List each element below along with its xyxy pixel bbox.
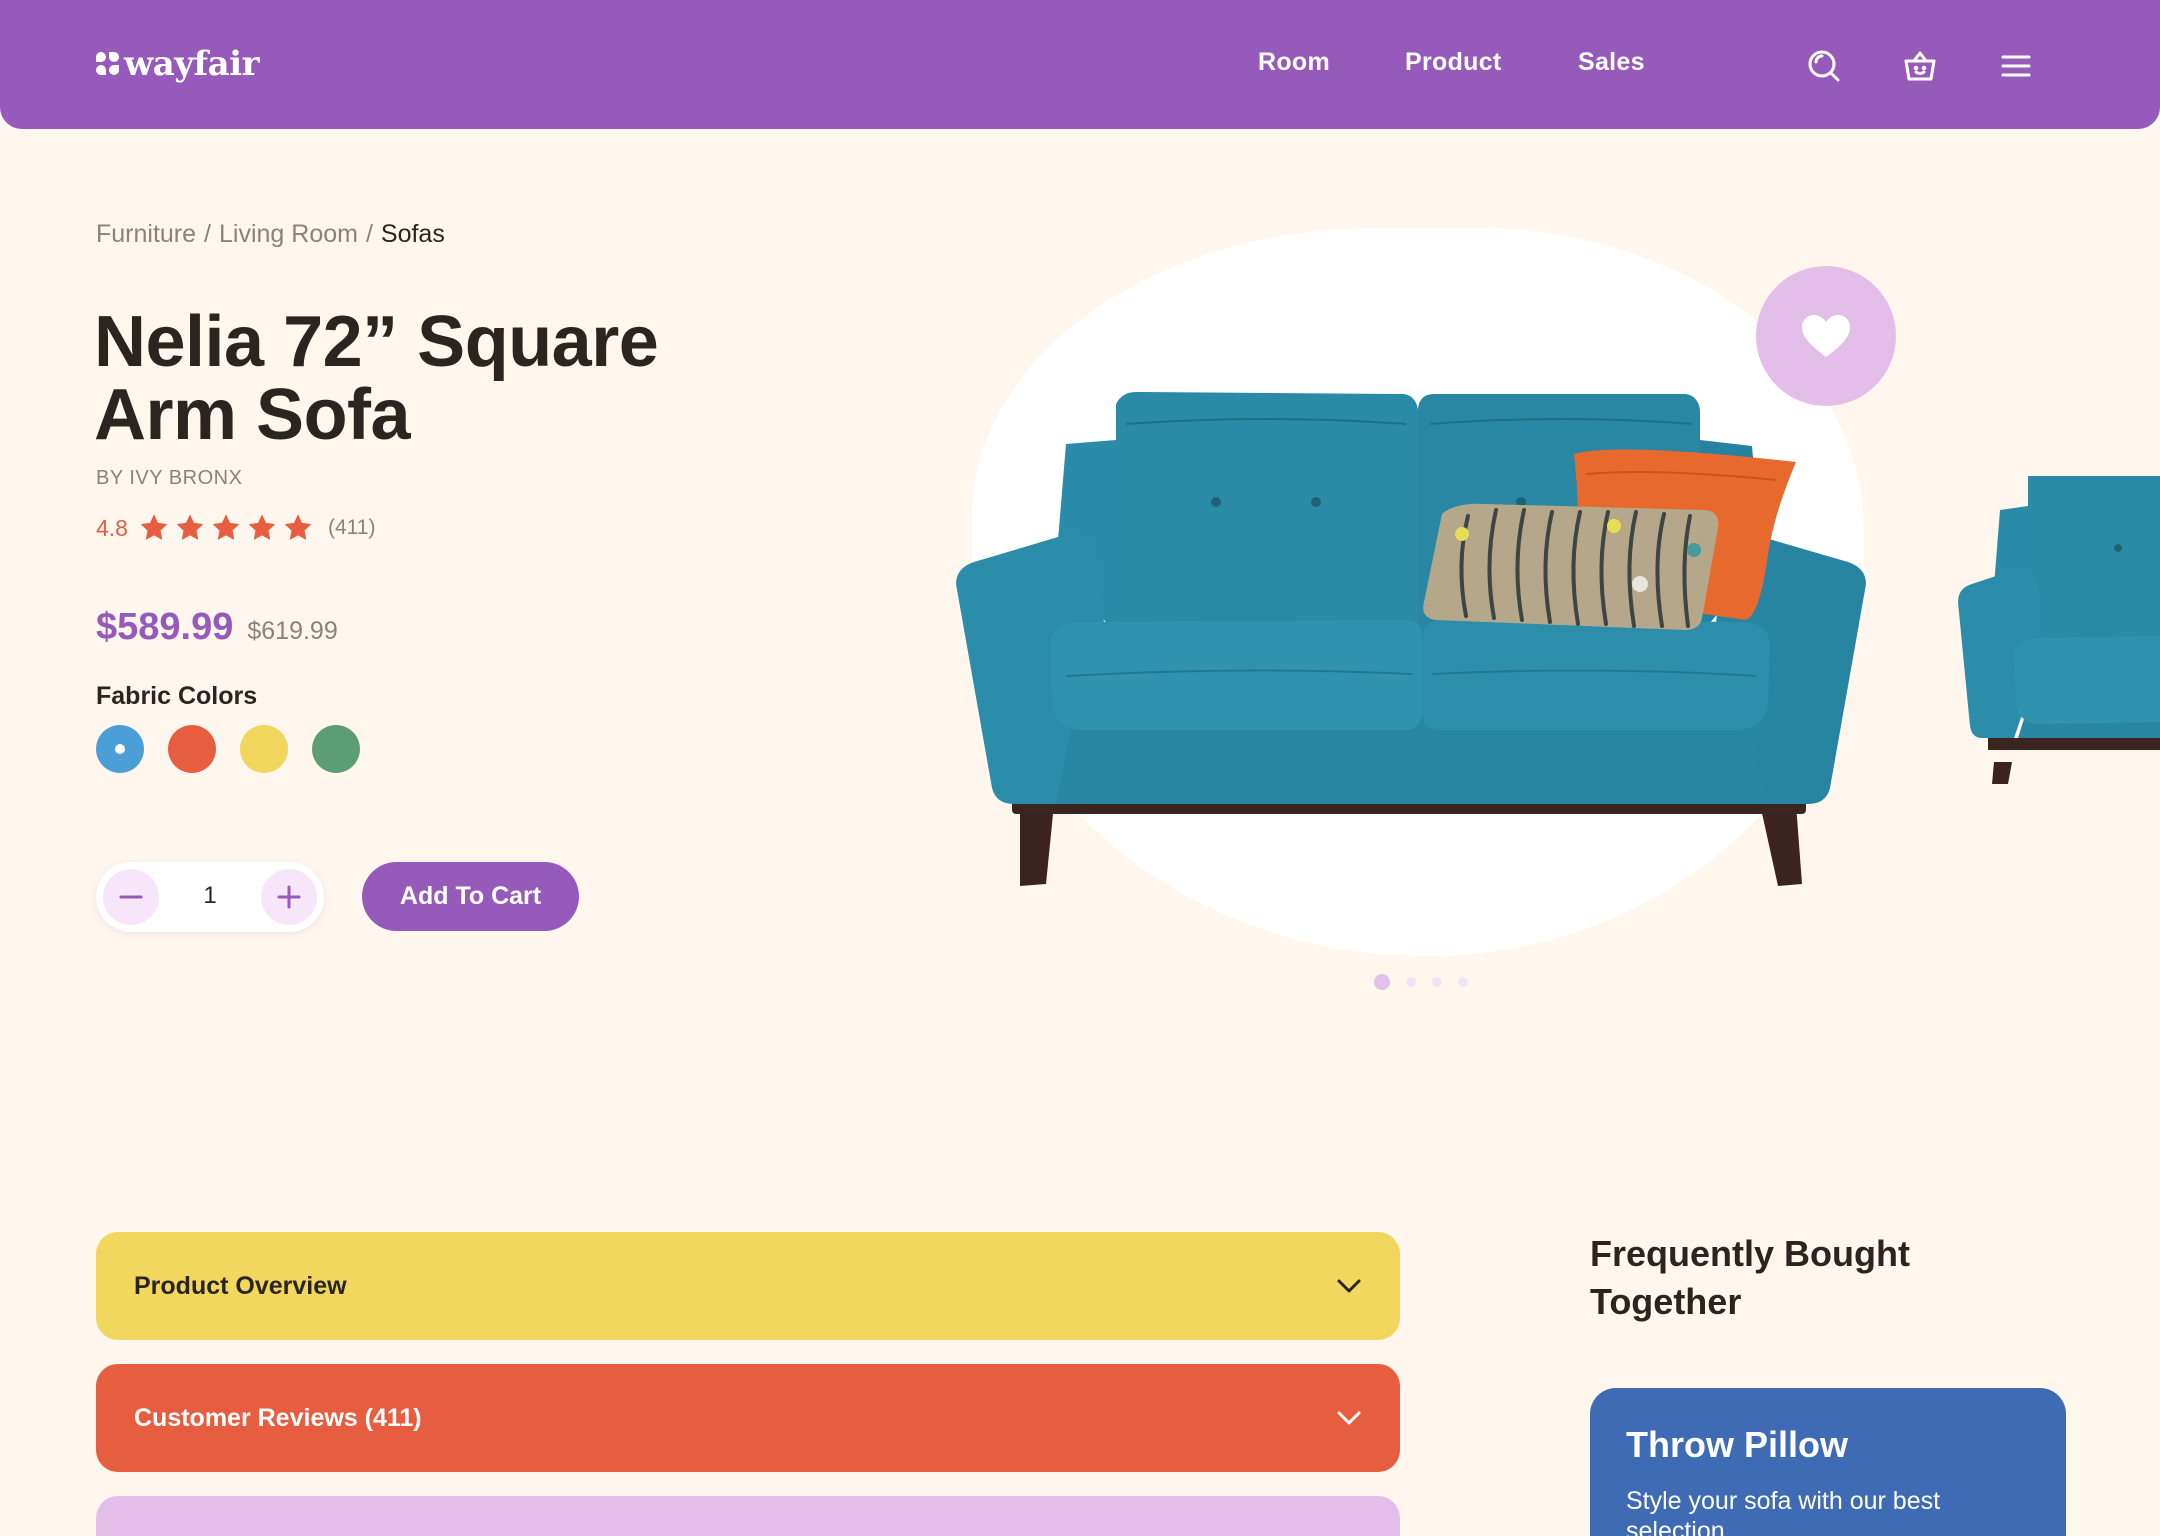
- chevron-down-icon: [1337, 1279, 1361, 1293]
- original-price: $619.99: [247, 617, 338, 645]
- heart-icon: [1802, 315, 1850, 357]
- quantity-stepper: [96, 862, 324, 932]
- carousel-pagination: [1374, 974, 1468, 990]
- chevron-down-icon: [1337, 1411, 1361, 1425]
- frequently-bought-title: Frequently Bought Together: [1590, 1233, 1910, 1322]
- star-icon: [248, 514, 276, 540]
- breadcrumb-furniture[interactable]: Furniture: [96, 220, 196, 249]
- star-icon: [176, 514, 204, 540]
- nav-sales[interactable]: Sales: [1578, 48, 1645, 77]
- card-description: Style your sofa with our best selection: [1626, 1487, 1941, 1536]
- throw-pillow-card[interactable]: Throw Pillow Style your sofa with our be…: [1590, 1388, 2066, 1536]
- menu-icon[interactable]: [1996, 46, 2036, 86]
- product-overview-accordion[interactable]: Product Overview: [96, 1232, 1400, 1340]
- star-icon: [212, 514, 240, 540]
- breadcrumb-separator: /: [365, 220, 373, 248]
- color-swatch[interactable]: [168, 725, 216, 773]
- increase-quantity-button[interactable]: [261, 869, 317, 925]
- top-nav-bar: wayfair Room Product Sales: [0, 0, 2160, 129]
- carousel-dot[interactable]: [1432, 977, 1442, 987]
- rating-score: 4.8: [96, 514, 128, 541]
- color-swatch[interactable]: [240, 725, 288, 773]
- nav-product[interactable]: Product: [1405, 48, 1502, 77]
- basket-icon[interactable]: [1900, 46, 1940, 86]
- price-block: $589.99 $619.99: [96, 606, 338, 649]
- carousel-dot[interactable]: [1374, 974, 1390, 990]
- breadcrumb-separator: /: [204, 220, 211, 248]
- product-brand[interactable]: BY IVY BRONX: [96, 467, 242, 490]
- fabric-color-swatches: [96, 725, 360, 773]
- plus-icon: [277, 885, 301, 909]
- breadcrumb-living-room[interactable]: Living Room: [219, 220, 358, 249]
- breadcrumb-sofas: Sofas: [380, 220, 445, 248]
- fabric-colors-label: Fabric Colors: [96, 682, 258, 710]
- product-rating[interactable]: 4.8 (411): [96, 512, 375, 544]
- sale-price: $589.99: [96, 606, 234, 648]
- accordion-label: Customer Reviews (411): [134, 1403, 422, 1432]
- star-icon: [284, 514, 312, 540]
- wayfair-logo[interactable]: wayfair: [96, 44, 260, 84]
- rating-stars: [138, 512, 314, 544]
- add-to-cart-button[interactable]: Add To Cart: [362, 862, 579, 931]
- sofa-image[interactable]: [956, 384, 1866, 894]
- wayfair-logo-icon: [96, 52, 120, 76]
- minus-icon: [119, 895, 143, 899]
- brand-name: wayfair: [124, 44, 260, 84]
- customer-reviews-accordion[interactable]: Customer Reviews (411): [96, 1364, 1400, 1472]
- breadcrumb: Furniture / Living Room / Sofas: [96, 220, 445, 249]
- next-sofa-preview[interactable]: [1958, 476, 2160, 796]
- star-icon: [140, 514, 168, 540]
- carousel-dot[interactable]: [1406, 977, 1416, 987]
- carousel-dot[interactable]: [1458, 977, 1468, 987]
- accordion-label: Product Overview: [134, 1271, 347, 1300]
- color-swatch[interactable]: [96, 725, 144, 773]
- color-swatch[interactable]: [312, 725, 360, 773]
- nav-room[interactable]: Room: [1258, 48, 1330, 77]
- decrease-quantity-button[interactable]: [103, 869, 159, 925]
- search-icon[interactable]: [1804, 46, 1844, 86]
- card-title: Throw Pillow: [1626, 1424, 1848, 1465]
- review-count: (411): [327, 516, 376, 539]
- product-title: Nelia 72” Square Arm Sofa: [94, 302, 659, 455]
- quantity-input[interactable]: [174, 882, 246, 910]
- third-accordion[interactable]: [96, 1496, 1400, 1536]
- add-to-favorites-button[interactable]: [1756, 266, 1896, 406]
